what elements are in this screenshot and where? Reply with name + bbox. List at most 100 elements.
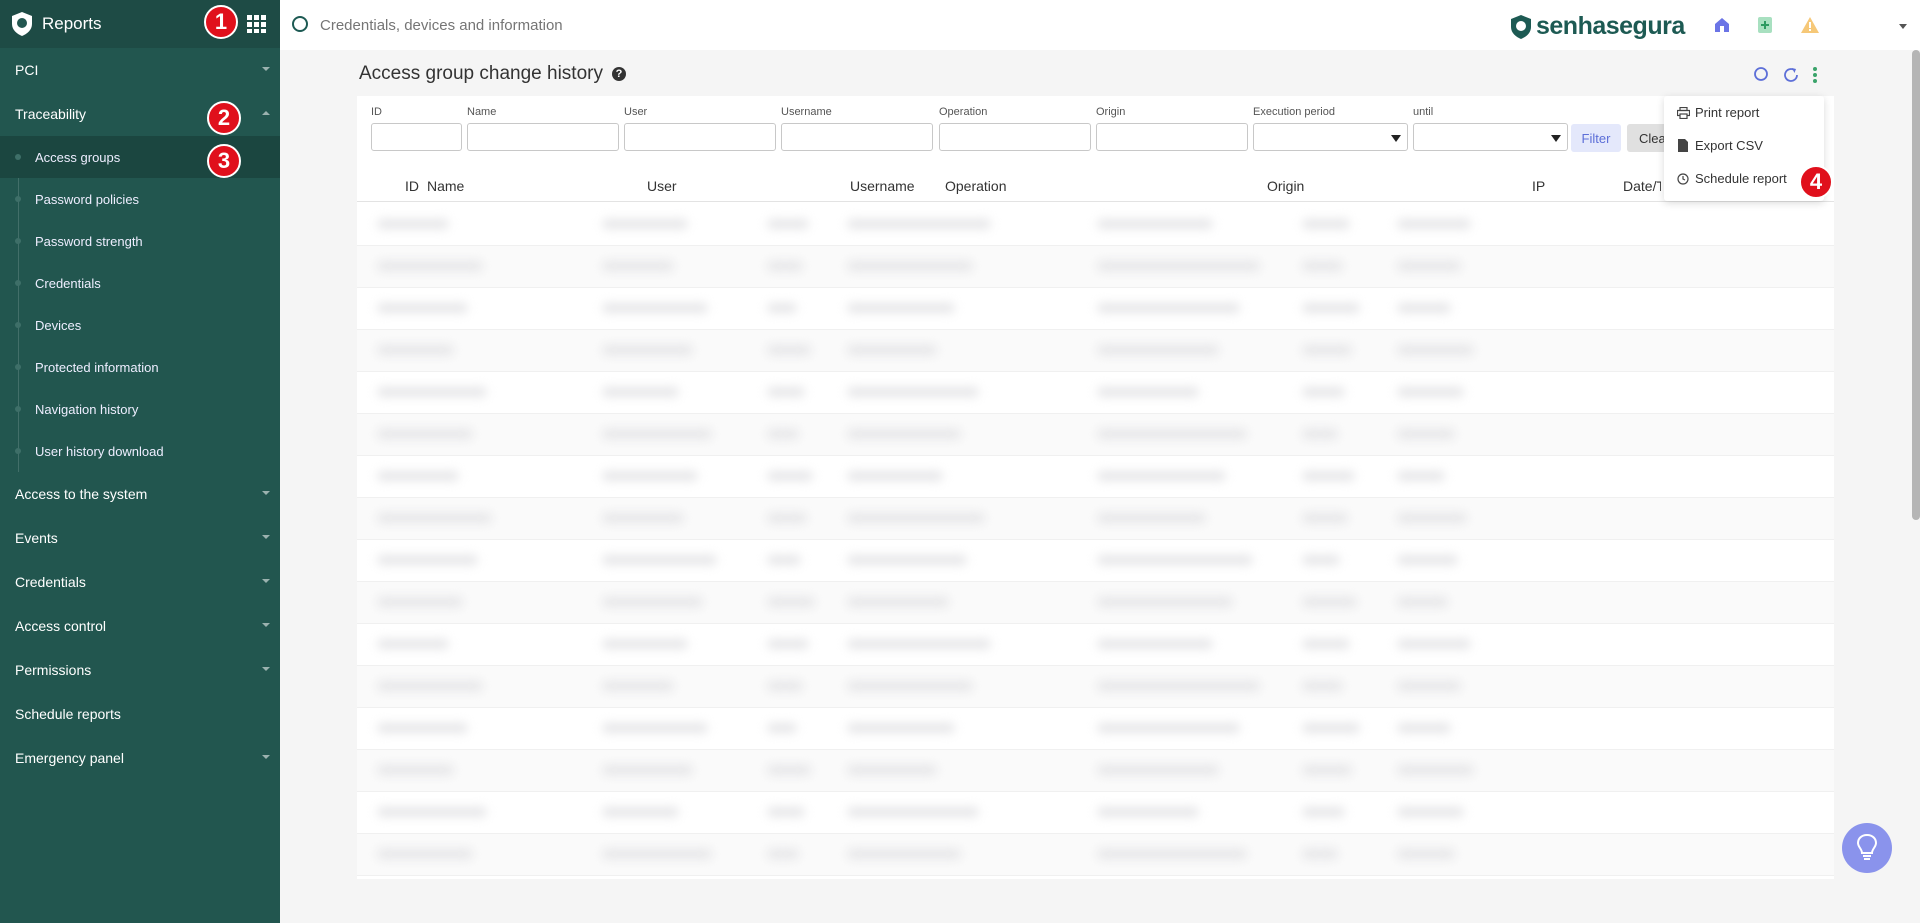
blurred-cell xyxy=(847,303,955,313)
help-tips-button[interactable] xyxy=(1842,823,1892,873)
filter-operation-input[interactable] xyxy=(939,123,1091,151)
table-row[interactable] xyxy=(357,582,1834,624)
sidebar-subitem-label: Password strength xyxy=(35,233,143,249)
column-header-date-time[interactable]: Date/Time xyxy=(1623,178,1661,194)
filter-button[interactable]: Filter xyxy=(1571,124,1621,152)
table-row[interactable] xyxy=(357,372,1834,414)
blurred-cell xyxy=(1302,471,1355,481)
table-row[interactable] xyxy=(357,624,1834,666)
export-csv-menu-item[interactable]: Export CSV xyxy=(1664,129,1824,162)
table-row[interactable] xyxy=(357,456,1834,498)
more-options-icon[interactable] xyxy=(1812,66,1818,89)
sidebar-subitem-devices[interactable]: Devices xyxy=(0,304,280,346)
blurred-cell xyxy=(1302,723,1360,733)
chevron-down-icon xyxy=(262,67,270,71)
column-header-ip[interactable]: IP xyxy=(1532,178,1545,194)
blurred-cell xyxy=(767,597,815,607)
blurred-cell xyxy=(767,681,803,691)
table-row[interactable] xyxy=(357,666,1834,708)
filter-label-operation: Operation xyxy=(939,106,988,118)
sidebar-item-schedule-reports[interactable]: Schedule reports xyxy=(0,692,280,736)
filter-username-input[interactable] xyxy=(781,123,933,151)
blurred-cell xyxy=(1397,429,1455,439)
chevron-down-icon xyxy=(262,623,270,627)
sidebar-item-credentials[interactable]: Credentials xyxy=(0,560,280,604)
sidebar-item-access-to-the-system[interactable]: Access to the system xyxy=(0,472,280,516)
column-header-user[interactable]: User xyxy=(647,178,677,194)
blurred-cell xyxy=(602,681,674,691)
column-header-username[interactable]: Username xyxy=(850,178,915,194)
bullet-icon xyxy=(15,364,21,370)
table-row[interactable] xyxy=(357,414,1834,456)
table-row[interactable] xyxy=(357,288,1834,330)
user-menu-caret-icon[interactable] xyxy=(1899,24,1907,29)
filter-origin-input[interactable] xyxy=(1096,123,1248,151)
filter-execution-period-select[interactable] xyxy=(1253,123,1408,151)
warning-icon[interactable] xyxy=(1800,16,1819,34)
blurred-cell xyxy=(767,807,805,817)
blurred-cell xyxy=(1302,597,1357,607)
column-header-origin[interactable]: Origin xyxy=(1267,178,1304,194)
sidebar-subitem-user-history-download[interactable]: User history download xyxy=(0,430,280,472)
page-scrollbar[interactable] xyxy=(1912,50,1920,520)
sidebar-item-label: Events xyxy=(15,530,58,546)
column-header-id[interactable]: ID xyxy=(405,178,419,194)
sidebar-subitem-password-strength[interactable]: Password strength xyxy=(0,220,280,262)
add-document-icon[interactable] xyxy=(1757,16,1775,34)
apps-grid-icon[interactable] xyxy=(246,14,268,34)
filter-name-input[interactable] xyxy=(467,123,619,151)
step-marker-3: 3 xyxy=(207,144,241,178)
column-header-name[interactable]: Name xyxy=(427,178,464,194)
table-row[interactable] xyxy=(357,204,1834,246)
table-row[interactable] xyxy=(357,834,1834,876)
table-row[interactable] xyxy=(357,750,1834,792)
blurred-cell xyxy=(1397,849,1455,859)
blurred-cell xyxy=(602,387,679,397)
sidebar-item-permissions[interactable]: Permissions xyxy=(0,648,280,692)
table-row[interactable] xyxy=(357,330,1834,372)
help-icon[interactable]: ? xyxy=(611,67,626,81)
blurred-cell xyxy=(1397,387,1464,397)
blurred-cell xyxy=(767,849,799,859)
blurred-cell xyxy=(1097,681,1260,691)
table-row[interactable] xyxy=(357,540,1834,582)
blurred-cell xyxy=(1097,261,1260,271)
blurred-cell xyxy=(1397,681,1461,691)
blurred-cell xyxy=(767,429,799,439)
print-report-menu-item[interactable]: Print report xyxy=(1664,96,1824,129)
blurred-cell xyxy=(602,765,693,775)
blurred-cell xyxy=(847,261,973,271)
table-row[interactable] xyxy=(357,246,1834,288)
filter-until-select[interactable] xyxy=(1413,123,1568,151)
blurred-cell xyxy=(377,219,449,229)
table-row[interactable] xyxy=(357,708,1834,750)
blurred-cell xyxy=(1302,387,1345,397)
search-input[interactable] xyxy=(320,12,920,38)
table-row[interactable] xyxy=(357,498,1834,540)
sidebar-item-pci[interactable]: PCI xyxy=(0,48,280,92)
sidebar-subitem-password-policies[interactable]: Password policies xyxy=(0,178,280,220)
table-row[interactable] xyxy=(357,792,1834,834)
sidebar-item-label: Permissions xyxy=(15,662,92,678)
home-icon[interactable] xyxy=(1713,16,1731,34)
blurred-cell xyxy=(1097,303,1240,313)
sidebar-subitem-protected-information[interactable]: Protected information xyxy=(0,346,280,388)
sidebar-subitem-navigation-history[interactable]: Navigation history xyxy=(0,388,280,430)
report-panel: ID Name User Username Operation Origin E… xyxy=(357,96,1834,879)
blurred-cell xyxy=(1097,513,1206,523)
sidebar-item-emergency-panel[interactable]: Emergency panel xyxy=(0,736,280,780)
sidebar-subitem-credentials[interactable]: Credentials xyxy=(0,262,280,304)
shield-logo-icon xyxy=(10,11,34,37)
column-header-operation[interactable]: Operation xyxy=(945,178,1006,194)
top-bar: senhasegura xyxy=(280,0,1920,50)
chevron-down-icon xyxy=(262,535,270,539)
sidebar-item-access-control[interactable]: Access control xyxy=(0,604,280,648)
filter-id-input[interactable] xyxy=(371,123,462,151)
sidebar-subitem-label: Access groups xyxy=(35,149,121,165)
filter-user-input[interactable] xyxy=(624,123,776,151)
chevron-down-icon xyxy=(262,755,270,759)
search-toggle-icon[interactable] xyxy=(1753,66,1769,87)
blurred-cell xyxy=(1302,555,1340,565)
sidebar-item-events[interactable]: Events xyxy=(0,516,280,560)
refresh-icon[interactable] xyxy=(1782,66,1800,89)
